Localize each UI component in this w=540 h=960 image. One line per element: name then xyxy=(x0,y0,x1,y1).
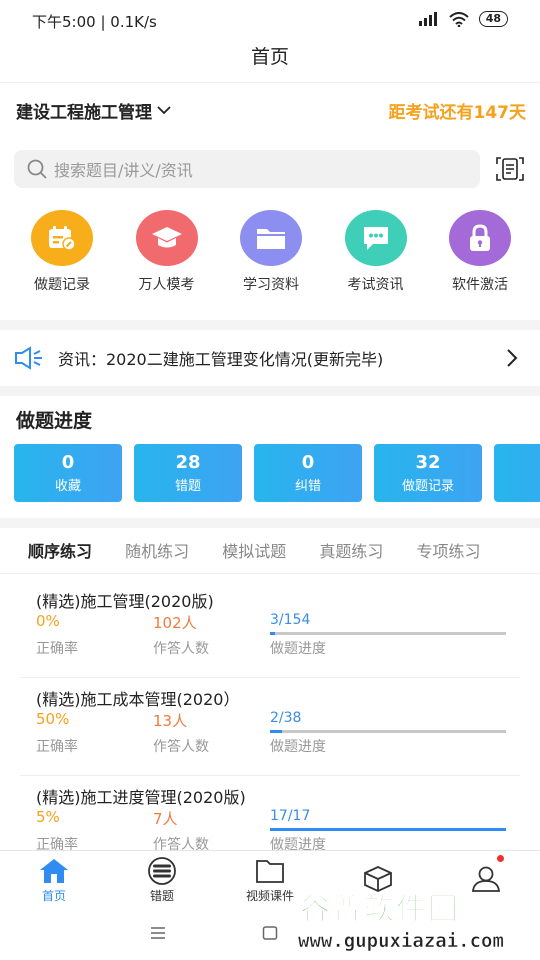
status-bar: 下午5:00 | 0.1K/s 48 xyxy=(0,0,540,40)
course-name: 建设工程施工管理 xyxy=(16,102,152,123)
home-square-icon[interactable] xyxy=(262,926,278,940)
notification-dot xyxy=(497,855,504,862)
exam-countdown: 距考试还有147天 xyxy=(388,102,527,123)
progress-bar xyxy=(270,828,506,831)
paper-accuracy: 50% xyxy=(36,710,70,728)
lock-icon xyxy=(470,224,490,251)
paper-title: (精选)施工管理(2020版) xyxy=(36,592,214,611)
shortcut-exam-news[interactable]: 考试资讯 xyxy=(328,210,424,300)
tab-sequential[interactable]: 顺序练习 xyxy=(28,534,92,570)
tab-random[interactable]: 随机练习 xyxy=(125,534,189,570)
nav-home[interactable]: 首页 xyxy=(0,851,108,909)
stat-card-wrong[interactable]: 28 错题 xyxy=(134,444,242,502)
paper-progress: 2/38 xyxy=(270,710,302,726)
nav-wrong[interactable]: 错题 xyxy=(108,851,216,909)
paper-accuracy: 0% xyxy=(36,612,60,630)
page-title: 首页 xyxy=(250,46,289,68)
list-icon xyxy=(148,856,176,885)
paper-people: 7人 xyxy=(153,810,178,828)
speaker-icon xyxy=(15,346,42,370)
chat-bubble-icon xyxy=(363,227,388,250)
course-selector[interactable]: 建设工程施工管理 xyxy=(16,98,172,123)
news-ticker[interactable]: 资讯：2020二建施工管理变化情况(更新完毕) xyxy=(0,332,540,384)
shortcut-grid: 做题记录 万人模考 学习资料 考试资讯 软件激活 xyxy=(14,210,528,300)
progress-section-title: 做题进度 xyxy=(16,410,93,432)
paper-list: (精选)施工管理(2020版) 0% 102人 3/154 正确率 作答人数 做… xyxy=(0,580,540,850)
search-icon xyxy=(27,159,47,179)
tab-real[interactable]: 真题练习 xyxy=(319,534,383,570)
shortcut-practice-record[interactable]: 做题记录 xyxy=(14,210,110,300)
battery-indicator: 48 xyxy=(478,11,508,27)
paper-accuracy: 5% xyxy=(36,808,60,826)
calendar-edit-icon xyxy=(49,226,76,251)
paper-title: (精选)施工进度管理(2020版) xyxy=(36,788,246,807)
shortcut-activate[interactable]: 软件激活 xyxy=(432,210,528,300)
progress-bar xyxy=(270,632,506,635)
watermark: 谷普软件园 www.gupuxiazai.com xyxy=(294,880,534,954)
menu-icon[interactable] xyxy=(150,926,166,940)
stat-cards: 0 收藏 28 错题 0 纠错 32 做题记录 xyxy=(14,444,540,502)
wifi-icon xyxy=(449,11,469,27)
home-icon xyxy=(40,858,68,883)
paper-people: 13人 xyxy=(153,712,188,730)
signal-icon xyxy=(418,12,437,26)
list-item[interactable]: (精选)施工管理(2020版) 0% 102人 3/154 正确率 作答人数 做… xyxy=(20,580,520,678)
list-item[interactable]: (精选)施工进度管理(2020版) 5% 7人 17/17 正确率 作答人数 做… xyxy=(20,776,520,850)
watermark-title: 谷普软件园 xyxy=(300,892,460,928)
paper-people: 102人 xyxy=(153,614,197,632)
status-time-speed: 下午5:00 | 0.1K/s xyxy=(32,13,157,31)
chevron-right-icon xyxy=(507,349,518,367)
search-input[interactable]: 搜索题目/讲义/资讯 xyxy=(14,150,480,188)
paper-title: (精选)施工成本管理(2020） xyxy=(36,690,240,709)
stat-card-more[interactable] xyxy=(494,444,540,502)
shortcut-study-material[interactable]: 学习资料 xyxy=(223,210,319,300)
paper-progress: 17/17 xyxy=(270,808,311,824)
progress-bar xyxy=(270,730,506,733)
tab-special[interactable]: 专项练习 xyxy=(416,534,480,570)
graduation-cap-icon xyxy=(151,227,182,248)
news-text: 资讯：2020二建施工管理变化情况(更新完毕) xyxy=(58,350,384,369)
list-item[interactable]: (精选)施工成本管理(2020） 50% 13人 2/38 正确率 作答人数 做… xyxy=(20,678,520,776)
folder-icon xyxy=(257,229,285,249)
shortcut-mock-exam[interactable]: 万人模考 xyxy=(119,210,215,300)
stat-card-records[interactable]: 32 做题记录 xyxy=(374,444,482,502)
practice-tabs: 顺序练习 随机练习 模拟试题 真题练习 专项练习 xyxy=(14,534,540,572)
stat-card-favorites[interactable]: 0 收藏 xyxy=(14,444,122,502)
stat-card-corrections[interactable]: 0 纠错 xyxy=(254,444,362,502)
watermark-url: www.gupuxiazai.com xyxy=(298,930,504,953)
chevron-down-icon xyxy=(157,106,171,115)
paper-progress: 3/154 xyxy=(270,612,311,628)
scan-icon[interactable] xyxy=(496,156,524,182)
video-folder-icon xyxy=(256,859,284,883)
tab-mock[interactable]: 模拟试题 xyxy=(222,534,286,570)
search-placeholder: 搜索题目/讲义/资讯 xyxy=(54,161,193,180)
